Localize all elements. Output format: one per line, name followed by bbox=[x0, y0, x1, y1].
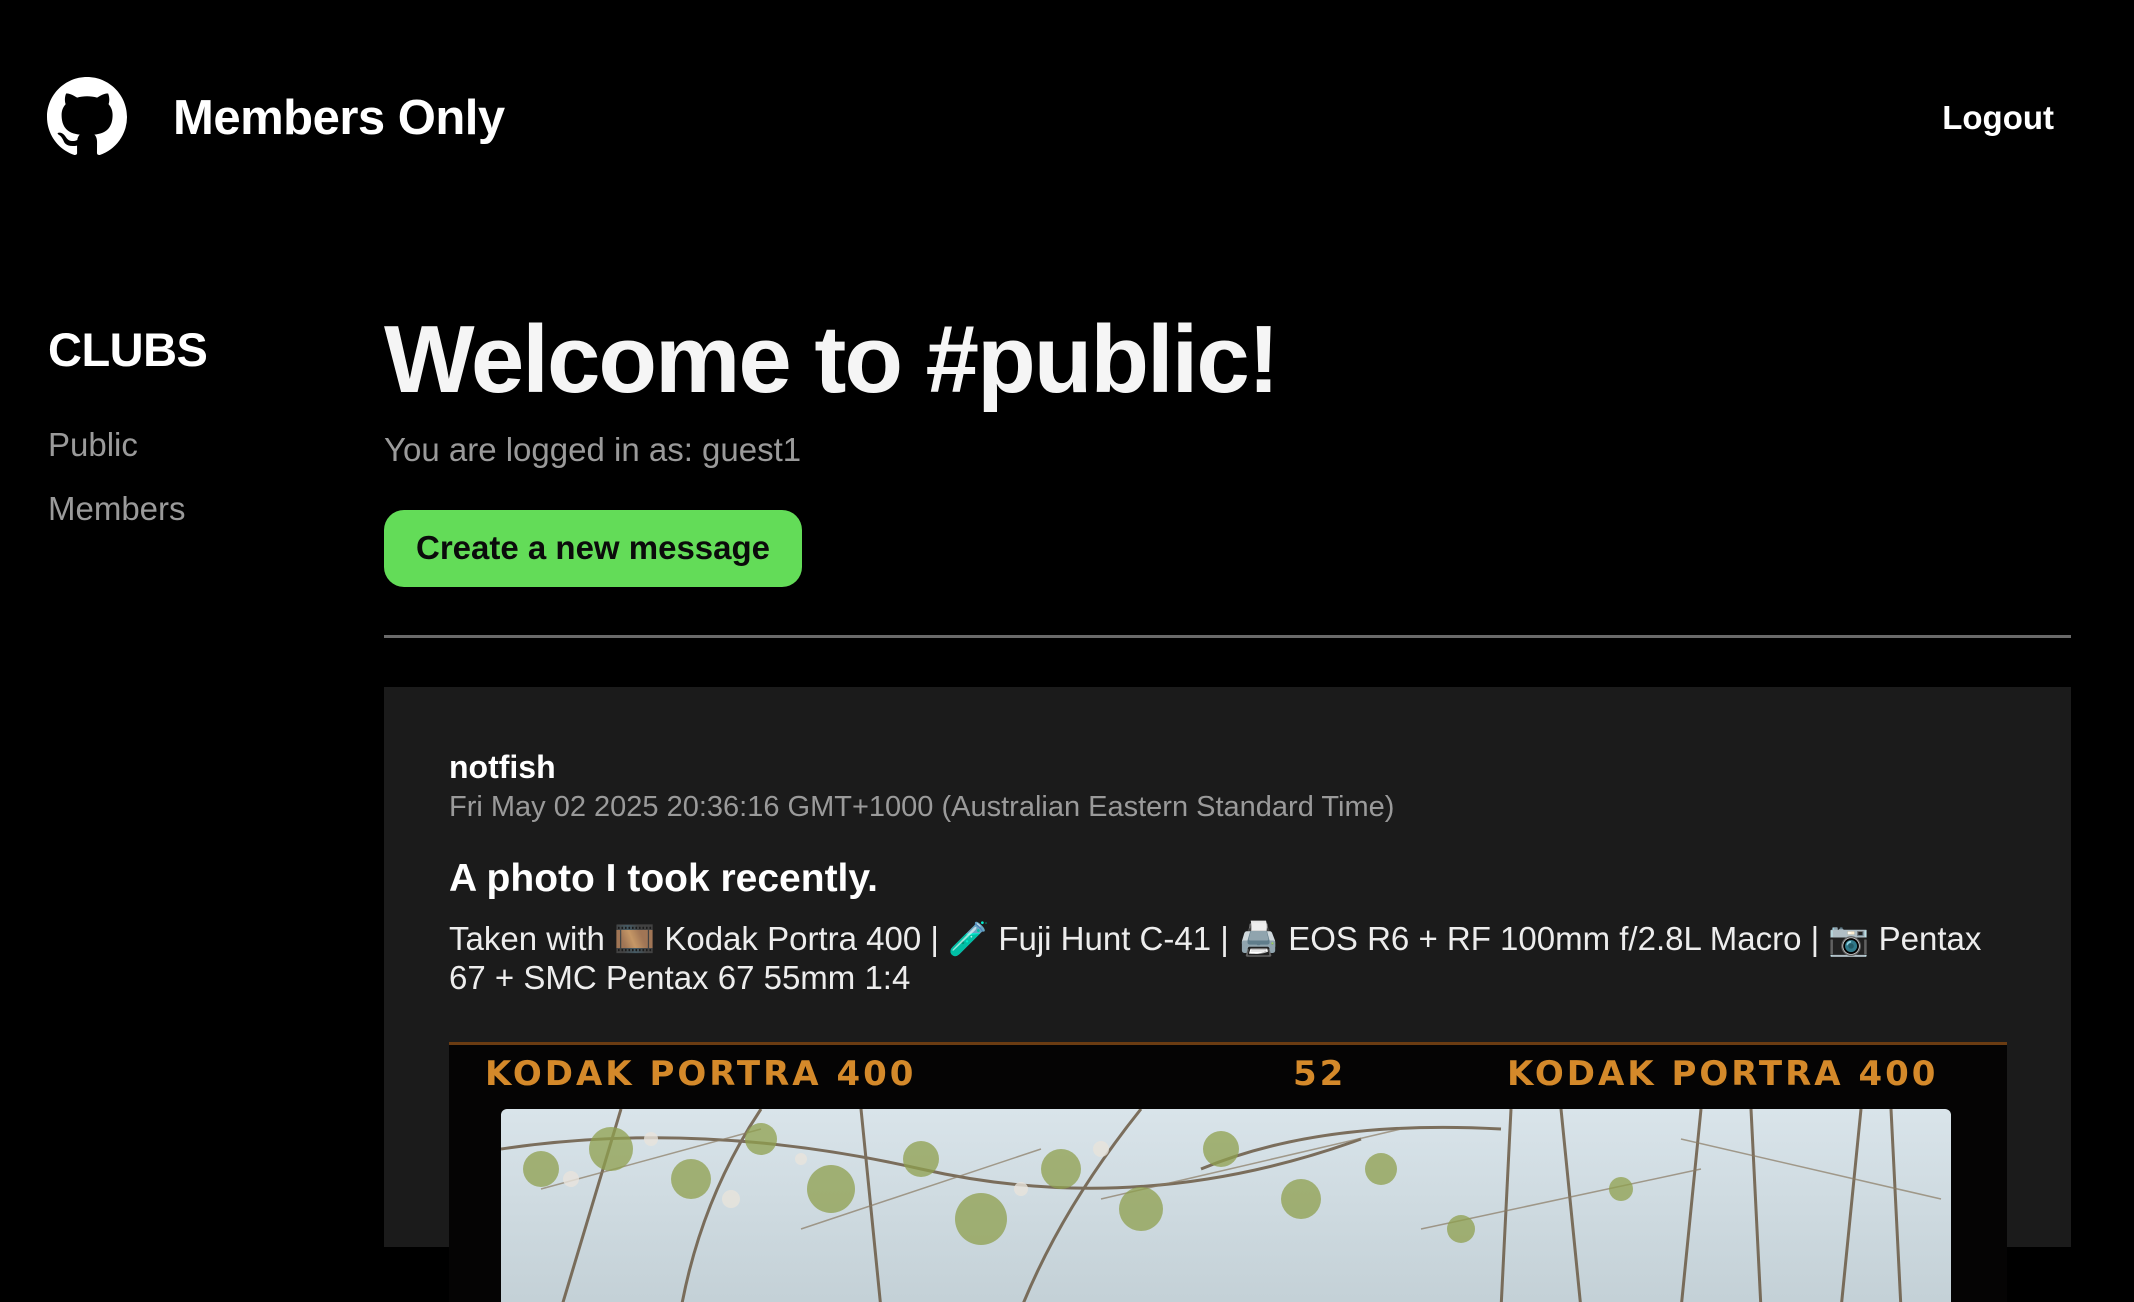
sidebar-item-public[interactable]: Public bbox=[48, 425, 328, 465]
create-message-button[interactable]: Create a new message bbox=[384, 510, 803, 587]
film-edge-text-left: KODAK PORTRA 400 bbox=[485, 1054, 917, 1094]
message-body: Taken with 🎞️ Kodak Portra 400 | 🧪 Fuji … bbox=[449, 920, 1982, 996]
logout-link[interactable]: Logout bbox=[1942, 98, 2054, 138]
film-frame-number: 52 bbox=[1293, 1054, 1347, 1094]
sidebar-title: CLUBS bbox=[48, 323, 208, 376]
clubs-sidebar: CLUBS Public Members bbox=[48, 320, 328, 553]
github-icon[interactable] bbox=[47, 77, 127, 157]
sidebar-item-members[interactable]: Members bbox=[48, 489, 328, 529]
message-author: notfish bbox=[449, 749, 556, 785]
photo-image bbox=[501, 1109, 1951, 1302]
content-divider bbox=[384, 635, 2071, 638]
main-content: Welcome to #public! You are logged in as… bbox=[384, 300, 2071, 587]
site-brand[interactable]: Members Only bbox=[173, 88, 505, 148]
message-card: notfish Fri May 02 2025 20:36:16 GMT+100… bbox=[384, 687, 2071, 1302]
logged-in-status: You are logged in as: guest1 bbox=[384, 431, 802, 468]
film-edge-border bbox=[449, 1042, 2007, 1045]
top-header: Members Only Logout bbox=[0, 0, 2134, 240]
message-photo: KODAK PORTRA 400 52 KODAK PORTRA 400 bbox=[449, 1042, 2007, 1302]
film-edge-text-right: KODAK PORTRA 400 bbox=[1507, 1054, 1939, 1094]
message-title: A photo I took recently. bbox=[449, 857, 879, 900]
message-content: notfish Fri May 02 2025 20:36:16 GMT+100… bbox=[449, 747, 2009, 997]
message-date: Fri May 02 2025 20:36:16 GMT+1000 (Austr… bbox=[449, 791, 1395, 823]
page-title: Welcome to #public! bbox=[384, 306, 1280, 413]
